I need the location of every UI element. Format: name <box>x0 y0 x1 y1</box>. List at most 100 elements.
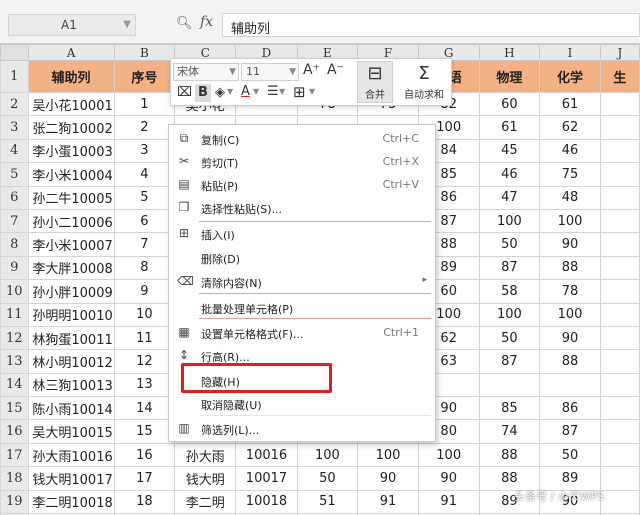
cell[interactable]: 李小米10004 <box>27 162 115 187</box>
row-header[interactable]: 5 <box>0 162 29 187</box>
cell[interactable]: 孙二牛10005 <box>27 185 115 210</box>
header-cell[interactable]: 化学 <box>539 60 601 93</box>
cell[interactable]: 47 <box>478 185 541 210</box>
cell[interactable]: 钱大明10017 <box>27 466 115 491</box>
cell[interactable]: 林小明10012 <box>27 349 115 374</box>
cell[interactable]: 100 <box>539 208 601 234</box>
cell[interactable]: 13 <box>113 372 176 398</box>
cell[interactable]: 100 <box>417 442 480 468</box>
row-header[interactable]: 3 <box>0 115 29 140</box>
cell[interactable]: 90 <box>539 325 601 351</box>
context-menu-item[interactable]: ✂ 剪切(T) Ctrl+X <box>169 151 435 173</box>
column-header-i[interactable]: I <box>539 44 601 61</box>
row-header[interactable]: 1 <box>0 60 29 93</box>
cell[interactable]: 90 <box>357 466 419 491</box>
cell[interactable]: 1 <box>113 91 176 117</box>
row-header[interactable]: 10 <box>0 279 29 304</box>
cell[interactable]: 78 <box>539 279 601 304</box>
cell[interactable]: 6 <box>113 208 176 234</box>
chevron-down-icon[interactable]: ▼ <box>123 19 131 30</box>
cell[interactable]: 孙明明10010 <box>27 302 115 327</box>
cell[interactable] <box>599 115 640 140</box>
column-header-h[interactable]: H <box>478 44 541 61</box>
cell[interactable]: 李小米10007 <box>27 232 115 257</box>
cell[interactable]: 91 <box>417 489 480 515</box>
cell[interactable] <box>599 279 640 304</box>
chevron-down-icon[interactable]: ▼ <box>253 87 259 96</box>
cell[interactable]: 50 <box>539 442 601 468</box>
grow-font-button[interactable]: A⁺ <box>303 62 320 78</box>
font-size-select[interactable]: 11 ▼ <box>241 63 299 81</box>
cell[interactable]: 86 <box>539 396 601 421</box>
context-menu-item[interactable]: ⊞ 插入(I) <box>169 223 435 245</box>
cell[interactable]: 吴大明10015 <box>27 419 115 444</box>
cell[interactable]: 61 <box>539 91 601 117</box>
cell[interactable]: 15 <box>113 419 176 444</box>
cell[interactable] <box>599 372 640 398</box>
cell[interactable]: 100 <box>539 302 601 327</box>
row-header[interactable]: 18 <box>0 466 29 491</box>
cell[interactable]: 孙大雨 <box>174 442 237 468</box>
cell[interactable]: 87 <box>539 419 601 444</box>
cell[interactable]: 50 <box>478 232 541 257</box>
row-header[interactable]: 12 <box>0 325 29 351</box>
select-all-corner[interactable] <box>0 44 29 61</box>
context-menu-item[interactable]: 删除(D) <box>169 247 435 269</box>
row-header[interactable]: 15 <box>0 396 29 421</box>
name-box[interactable]: A1 ▼ <box>8 14 136 36</box>
cell[interactable] <box>599 349 640 374</box>
cell[interactable]: 林三狗10013 <box>27 372 115 398</box>
row-header[interactable]: 7 <box>0 208 29 234</box>
cell[interactable]: 87 <box>478 349 541 374</box>
cell[interactable] <box>599 325 640 351</box>
row-header[interactable]: 4 <box>0 138 29 164</box>
bold-button[interactable]: B <box>195 84 211 102</box>
context-menu-item[interactable]: ▦ 设置单元格格式(F)... Ctrl+1 <box>169 322 435 344</box>
font-color-icon[interactable]: A <box>241 84 250 99</box>
cell[interactable]: 11 <box>113 325 176 351</box>
row-header[interactable]: 11 <box>0 302 29 327</box>
cell[interactable]: 89 <box>539 466 601 491</box>
cell[interactable]: 16 <box>113 442 176 468</box>
fill-color-icon[interactable]: ◈ <box>215 85 225 100</box>
cell[interactable]: 100 <box>478 302 541 327</box>
cell[interactable]: 10016 <box>235 442 298 468</box>
row-header[interactable]: 17 <box>0 442 29 468</box>
cell[interactable]: 58 <box>478 279 541 304</box>
context-menu-item[interactable]: 取消隐藏(U) <box>169 393 435 415</box>
font-name-select[interactable]: 宋体 ▼ <box>173 63 239 81</box>
cell[interactable]: 61 <box>478 115 541 140</box>
cell[interactable]: 100 <box>296 442 359 468</box>
cell[interactable]: 100 <box>478 208 541 234</box>
cell[interactable]: 10018 <box>235 489 298 515</box>
cell[interactable]: 18 <box>113 489 176 515</box>
cell[interactable]: 17 <box>113 466 176 491</box>
cell[interactable]: 85 <box>478 396 541 421</box>
context-menu-item[interactable]: ▥ 筛选列(L)... <box>169 418 435 440</box>
row-header[interactable]: 9 <box>0 255 29 281</box>
row-header[interactable]: 16 <box>0 419 29 444</box>
row-header[interactable]: 2 <box>0 91 29 117</box>
cell[interactable]: 46 <box>539 138 601 164</box>
cell[interactable] <box>599 466 640 491</box>
shrink-font-button[interactable]: A⁻ <box>327 62 344 78</box>
cell[interactable]: 12 <box>113 349 176 374</box>
context-menu-item[interactable]: ❐ 选择性粘贴(S)... <box>169 197 435 219</box>
autosum-button[interactable]: Σ 自动求和 <box>399 61 449 103</box>
row-header[interactable]: 14 <box>0 372 29 398</box>
cell[interactable]: 50 <box>296 466 359 491</box>
cell[interactable]: 88 <box>539 349 601 374</box>
cell[interactable]: 张二狗10002 <box>27 115 115 140</box>
chevron-down-icon[interactable]: ▼ <box>279 87 285 96</box>
cell[interactable] <box>599 396 640 421</box>
cell[interactable]: 7 <box>113 232 176 257</box>
column-header-j[interactable]: J <box>599 44 640 61</box>
cell[interactable]: 46 <box>478 162 541 187</box>
cell[interactable]: 60 <box>478 91 541 117</box>
header-cell[interactable]: 序号 <box>113 60 176 93</box>
context-menu-item[interactable]: ▤ 粘贴(P) Ctrl+V <box>169 174 435 196</box>
cell[interactable]: 100 <box>357 442 419 468</box>
cell[interactable]: 88 <box>478 442 541 468</box>
column-header-b[interactable]: B <box>113 44 176 61</box>
cell[interactable]: 88 <box>539 255 601 281</box>
